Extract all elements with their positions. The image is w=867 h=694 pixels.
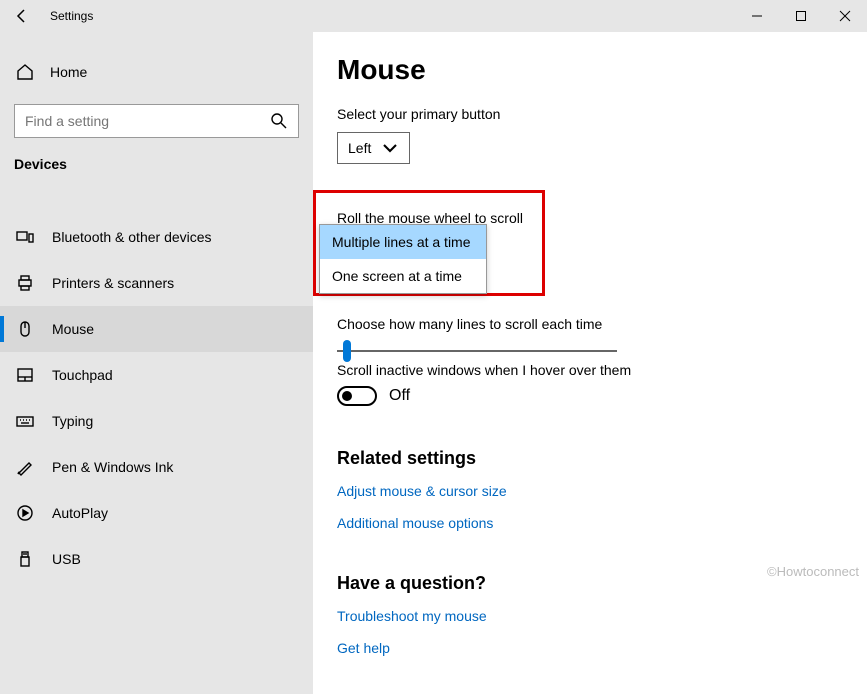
- devices-icon: [16, 228, 34, 246]
- link-adjust-cursor[interactable]: Adjust mouse & cursor size: [337, 483, 843, 499]
- related-settings-heading: Related settings: [337, 448, 843, 469]
- lines-scroll-label: Choose how many lines to scroll each tim…: [337, 316, 843, 332]
- primary-button-label: Select your primary button: [337, 106, 843, 122]
- back-button[interactable]: [0, 0, 44, 32]
- primary-button-combo[interactable]: Left: [337, 132, 410, 164]
- touchpad-icon: [16, 366, 34, 384]
- roll-wheel-dropdown[interactable]: Multiple lines at a time One screen at a…: [319, 224, 487, 294]
- printer-icon: [16, 274, 34, 292]
- watermark: ©Howtoconnect: [767, 564, 859, 579]
- roll-option-onescreen[interactable]: One screen at a time: [320, 259, 486, 293]
- home-nav[interactable]: Home: [0, 52, 313, 92]
- link-troubleshoot[interactable]: Troubleshoot my mouse: [337, 608, 843, 624]
- keyboard-icon: [16, 412, 34, 430]
- page-title: Mouse: [337, 54, 843, 86]
- window-title: Settings: [50, 9, 93, 23]
- home-label: Home: [50, 64, 87, 80]
- close-button[interactable]: [823, 0, 867, 32]
- slider-thumb[interactable]: [343, 340, 351, 362]
- sidebar-item-printers[interactable]: Printers & scanners: [0, 260, 313, 306]
- sidebar-item-usb[interactable]: USB: [0, 536, 313, 582]
- hover-scroll-label: Scroll inactive windows when I hover ove…: [337, 362, 843, 378]
- link-additional-options[interactable]: Additional mouse options: [337, 515, 843, 531]
- category-heading: Devices: [0, 156, 313, 190]
- home-icon: [16, 63, 34, 81]
- sidebar-item-mouse[interactable]: Mouse: [0, 306, 313, 352]
- sidebar-item-typing[interactable]: Typing: [0, 398, 313, 444]
- search-input-wrapper[interactable]: [14, 104, 299, 138]
- link-get-help[interactable]: Get help: [337, 640, 843, 656]
- chevron-down-icon: [381, 139, 399, 157]
- hover-scroll-value: Off: [389, 387, 410, 405]
- roll-option-multiple[interactable]: Multiple lines at a time: [320, 225, 486, 259]
- sidebar-item-pen[interactable]: Pen & Windows Ink: [0, 444, 313, 490]
- usb-icon: [16, 550, 34, 568]
- pen-icon: [16, 458, 34, 476]
- sidebar-item-autoplay[interactable]: AutoPlay: [0, 490, 313, 536]
- hover-scroll-toggle[interactable]: [337, 386, 377, 406]
- sidebar-item-touchpad[interactable]: Touchpad: [0, 352, 313, 398]
- content-pane: Mouse Select your primary button Left Ro…: [313, 32, 867, 694]
- minimize-button[interactable]: [735, 0, 779, 32]
- maximize-button[interactable]: [779, 0, 823, 32]
- search-input[interactable]: [25, 113, 235, 129]
- sidebar: Home Devices Bluetooth & other devices P…: [0, 32, 313, 694]
- autoplay-icon: [16, 504, 34, 522]
- sidebar-item-bluetooth[interactable]: Bluetooth & other devices: [0, 214, 313, 260]
- search-icon: [270, 112, 288, 130]
- mouse-icon: [16, 320, 34, 338]
